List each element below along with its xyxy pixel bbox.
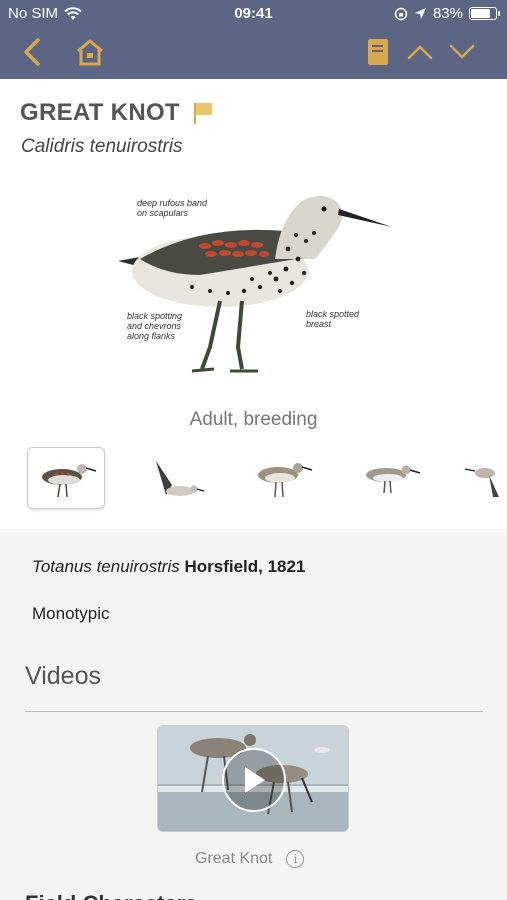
- play-icon: [245, 767, 265, 793]
- status-bar: No SIM 09:41 83%: [0, 0, 507, 28]
- section-divider: [25, 711, 483, 712]
- home-button[interactable]: [74, 36, 106, 68]
- species-scientific-name: Calidris tenuirostris: [21, 136, 183, 157]
- video-thumbnail[interactable]: [157, 725, 349, 832]
- previous-button[interactable]: [404, 36, 436, 68]
- chevron-up-icon: [407, 45, 433, 60]
- thumbnail-adult-breeding[interactable]: [27, 447, 105, 509]
- bird-thumbnail-icon: [258, 463, 313, 498]
- species-plate-section: GREAT KNOT Calidris tenuirostris deep ru…: [0, 79, 507, 529]
- chevron-left-icon: [24, 38, 40, 66]
- annotation-scapulars: deep rufous band on scapulars: [137, 198, 208, 218]
- video-caption-row: Great Knot i: [195, 850, 305, 868]
- plate-caption: Adult, breeding: [189, 409, 318, 430]
- species-illustration[interactable]: deep rufous band on scapulars black spot…: [110, 179, 400, 389]
- play-button[interactable]: [222, 748, 286, 812]
- home-icon: [77, 39, 103, 66]
- next-button[interactable]: [446, 36, 478, 68]
- flag-icon[interactable]: [192, 101, 214, 125]
- info-icon[interactable]: i: [286, 850, 305, 868]
- original-name: Totanus tenuirostris: [32, 557, 180, 576]
- battery-icon: [469, 7, 500, 20]
- original-description: Totanus tenuirostris Horsfield, 1821: [32, 557, 305, 577]
- field-characters-heading: Field Characters: [25, 891, 197, 900]
- video-caption: Great Knot: [195, 850, 273, 867]
- thumbnail-flight-2[interactable]: [459, 447, 507, 509]
- notes-button[interactable]: [362, 36, 394, 68]
- annotation-breast: black spotted breast: [306, 309, 360, 329]
- thumbnail-flight-1[interactable]: [135, 447, 213, 509]
- chevron-down-icon: [449, 44, 475, 59]
- annotation-flanks: black spotting and chevrons along flanks: [127, 311, 183, 341]
- orientation-lock-icon: [394, 7, 408, 20]
- notebook-icon: [368, 39, 388, 65]
- authority: Horsfield, 1821: [184, 557, 306, 576]
- nav-bar: No SIM 09:41 83%: [0, 0, 507, 79]
- back-button[interactable]: [16, 36, 48, 68]
- location-icon: [414, 8, 426, 19]
- videos-heading: Videos: [25, 662, 101, 690]
- bird-thumbnail-icon: [464, 468, 499, 497]
- battery-percent: 83%: [432, 5, 463, 22]
- bird-thumbnail-icon: [156, 461, 205, 496]
- plate-thumbnail-strip: [0, 447, 507, 511]
- species-details: Totanus tenuirostris Horsfield, 1821 Mon…: [0, 529, 507, 900]
- subspecies-note: Monotypic: [32, 604, 110, 623]
- thumbnail-adult-3[interactable]: [351, 447, 429, 509]
- thumbnail-adult-2[interactable]: [243, 447, 321, 509]
- species-common-name: GREAT KNOT: [20, 99, 180, 126]
- bird-thumbnail-icon: [42, 464, 97, 498]
- bird-thumbnail-icon: [366, 465, 421, 494]
